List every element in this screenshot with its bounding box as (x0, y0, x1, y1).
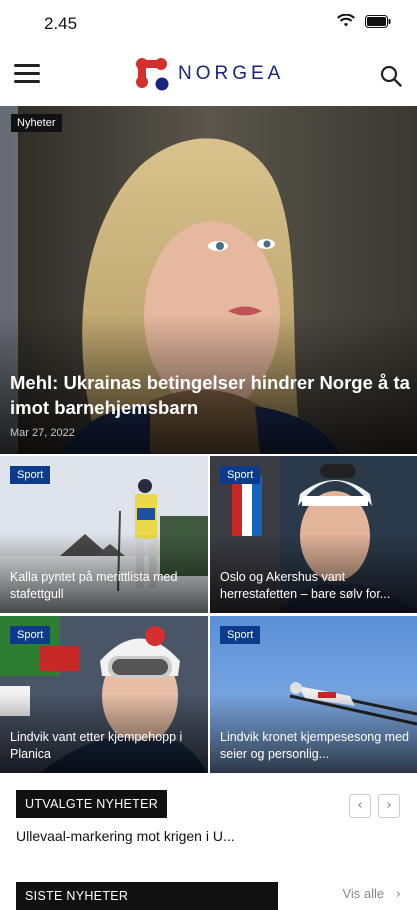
card-title[interactable]: Lindvik kronet kjempesesong med seier og… (220, 729, 410, 763)
card-category-badge[interactable]: Sport (10, 466, 51, 484)
featured-news-label: UTVALGTE NYHETER (16, 790, 168, 818)
carousel-next-button[interactable]: › (378, 794, 400, 818)
hero-article[interactable]: Nyheter Mehl: Ukrainas betingelser hindr… (0, 106, 417, 454)
logo-mark-icon (136, 58, 169, 91)
hero-title[interactable]: Mehl: Ukrainas betingelser hindrer Norge… (10, 370, 410, 420)
status-icons (337, 14, 391, 28)
card-category-badge[interactable]: Sport (10, 626, 51, 644)
logo[interactable]: NORGEA (134, 55, 284, 93)
card-category-badge[interactable]: Sport (220, 466, 261, 484)
hero-date: Mar 27, 2022 (10, 427, 75, 439)
see-all-text: Vis alle (342, 886, 385, 901)
status-time: 2.45 (44, 14, 78, 33)
battery-icon (365, 14, 391, 28)
latest-news-label: SISTE NYHETER (16, 882, 279, 910)
card-category-badge[interactable]: Sport (220, 626, 261, 644)
chevron-left-icon: ‹ (357, 798, 363, 813)
article-card[interactable]: Sport Lindvik vant etter kjempehopp i Pl… (0, 616, 208, 773)
wifi-icon (337, 14, 355, 27)
logo-text: NORGEA (178, 63, 285, 84)
menu-icon-line (14, 64, 40, 67)
menu-icon-line (14, 80, 40, 83)
status-bar: 2.45 (0, 0, 417, 46)
chevron-right-icon: › (386, 798, 392, 813)
card-title[interactable]: Oslo og Akershus vant herrestafetten – b… (220, 569, 410, 603)
card-title[interactable]: Lindvik vant etter kjempehopp i Planica (10, 729, 200, 763)
menu-icon-line (14, 72, 40, 75)
app-header: NORGEA (0, 46, 417, 106)
menu-button[interactable] (14, 64, 40, 86)
carousel-prev-button[interactable]: ‹ (349, 794, 371, 818)
search-icon[interactable] (379, 64, 403, 88)
article-card[interactable]: Sport Lindvik kronet kjempesesong med se… (210, 616, 417, 773)
featured-headline[interactable]: Ullevaal-markering mot krigen i U... (16, 828, 235, 844)
latest-news-label-text: SISTE NYHETER (25, 889, 129, 903)
article-card[interactable]: Sport Kalla pyntet på merittlista med st… (0, 456, 208, 613)
card-title[interactable]: Kalla pyntet på merittlista med stafettg… (10, 569, 200, 603)
article-card[interactable]: Sport Oslo og Akershus vant herrestafett… (210, 456, 417, 613)
hero-category-badge[interactable]: Nyheter (11, 114, 62, 132)
